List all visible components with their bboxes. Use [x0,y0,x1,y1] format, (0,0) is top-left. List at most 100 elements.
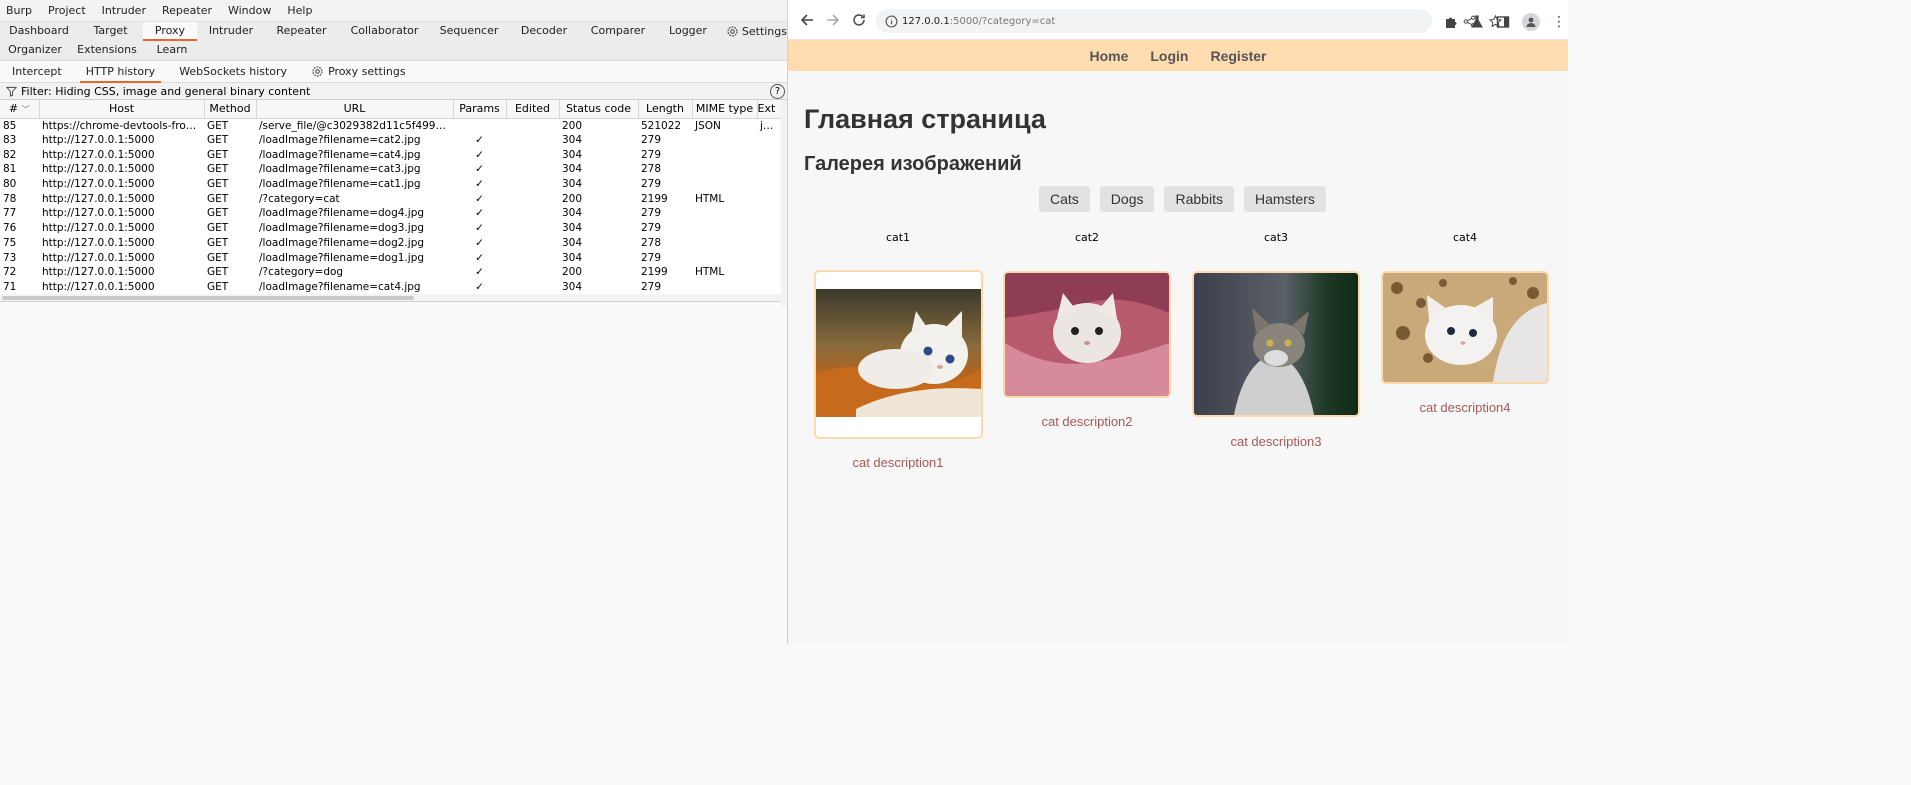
tab-organizer[interactable]: Organizer [0,41,70,60]
nav-register[interactable]: Register [1210,48,1266,64]
cell-length: 279 [641,178,662,191]
cell-num: 72 [3,266,17,279]
more-menu-icon[interactable]: ⋮ [1552,15,1566,29]
tab-repeater[interactable]: Repeater [265,22,338,41]
cell-params: ✓ [475,134,484,147]
menu-intruder[interactable]: Intruder [94,4,154,17]
cell-num: 76 [3,222,17,235]
table-row[interactable]: 75 http://127.0.0.1:5000 GET/loadImage?fil… [0,236,781,251]
table-row[interactable]: 80 http://127.0.0.1:5000 GET/loadImage?fil… [0,177,781,192]
col-status-code[interactable]: Status code [559,100,639,119]
cell-method: GET [207,134,229,147]
cell-mime [692,250,757,265]
cell-length: 279 [641,134,662,147]
cell-num: 83 [3,134,17,147]
tab-collaborator[interactable]: Collaborator [338,22,431,41]
cell-url: /loadImage?filename=dog1.jpg [259,251,425,264]
reload-button[interactable] [848,9,870,31]
col-edited[interactable]: Edited [506,100,560,119]
menu-project[interactable]: Project [40,4,94,17]
category-hamsters-button[interactable]: Hamsters [1243,186,1326,212]
table-row[interactable]: 73 http://127.0.0.1:5000 GET/loadImage?fil… [0,250,781,265]
table-row[interactable]: 83 http://127.0.0.1:5000 GET/loadImage?fil… [0,133,781,148]
lab-flask-icon[interactable] [1470,15,1484,29]
col-params[interactable]: Params [453,100,507,119]
cell-mime: HTML [695,266,725,279]
cell-mime [692,147,757,162]
tab-learn[interactable]: Learn [144,41,200,60]
col-length[interactable]: Length [638,100,693,119]
cat2-description: cat description2 [1041,414,1133,429]
extensions-puzzle-icon[interactable] [1444,15,1458,29]
tab-decoder[interactable]: Decoder [507,22,581,41]
menu-burp[interactable]: Burp [0,4,40,17]
tab-proxy[interactable]: Proxy [143,22,197,41]
menu-help[interactable]: Help [279,4,320,17]
cell-method: GET [207,119,229,132]
cell-host: http://127.0.0.1:5000 [42,236,155,249]
tab-target[interactable]: Target [78,22,143,41]
menu-window[interactable]: Window [220,4,279,17]
table-row[interactable]: 78 http://127.0.0.1:5000 GET /?category=cat… [0,191,781,206]
cat3-image-frame[interactable] [1192,271,1360,417]
tab-logger[interactable]: Logger [655,22,721,41]
col-method[interactable]: Method [204,100,257,119]
table-row[interactable]: 76 http://127.0.0.1:5000 GET/loadImage?fil… [0,221,781,236]
table-row[interactable]: 72 http://127.0.0.1:5000 GET /?category=dog… [0,265,781,280]
cell-url: /?category=dog [259,266,344,279]
site-navbar: Home Login Register [788,40,1568,71]
card-title: cat1 [885,231,911,244]
filter-bar[interactable]: Filter: Hiding CSS, image and general bi… [0,83,787,100]
profile-avatar[interactable] [1522,13,1540,31]
tab-settings[interactable]: Settings [721,22,787,41]
category-dogs-button[interactable]: Dogs [1099,186,1155,212]
gallery-subtitle: Галерея изображений [804,153,1022,175]
cell-edited [506,118,559,133]
tab-websockets-history[interactable]: WebSockets history [167,61,299,83]
table-row[interactable]: 85 https://chrome-devtools-fronte... GET/s… [0,118,781,133]
cell-params: ✓ [475,251,484,264]
col-num[interactable]: # ﹀ [0,100,40,119]
tab-dashboard[interactable]: Dashboard [0,22,78,41]
menu-repeater[interactable]: Repeater [154,4,220,17]
horizontal-scrollbar[interactable] [0,294,781,303]
tab-http-history[interactable]: HTTP history [74,61,167,83]
cat4-image-frame[interactable] [1381,271,1549,384]
back-button[interactable] [796,9,818,31]
cell-host: http://127.0.0.1:5000 [42,163,155,176]
cell-status: 304 [562,236,583,249]
table-row[interactable]: 82 http://127.0.0.1:5000 GET/loadImage?fil… [0,147,781,162]
cat1-description: cat description1 [852,455,944,470]
table-row[interactable]: 71 http://127.0.0.1:5000 GET/loadImage?fil… [0,280,781,295]
cell-edited [506,177,559,192]
address-bar[interactable]: 127.0.0.1:5000/?category=cat [876,9,1502,33]
nav-home[interactable]: Home [1089,48,1128,64]
cell-params [453,118,506,133]
table-row[interactable]: 77 http://127.0.0.1:5000 GET/loadImage?fil… [0,206,781,221]
tab-comparer[interactable]: Comparer [581,22,655,41]
info-icon[interactable] [885,15,898,28]
side-panel-icon[interactable] [1496,15,1510,29]
forward-button[interactable] [822,9,844,31]
help-icon[interactable]: ? [770,84,785,99]
cat2-image-frame[interactable] [1003,271,1171,398]
nav-login[interactable]: Login [1150,48,1188,64]
col-ext[interactable]: Ext [757,100,782,119]
col-host[interactable]: Host [39,100,205,119]
category-cats-button[interactable]: Cats [1039,186,1090,212]
tab-intruder[interactable]: Intruder [197,22,265,41]
tab-extensions[interactable]: Extensions [70,41,144,60]
proxy-settings-button[interactable]: Proxy settings [299,61,418,83]
cell-method: GET [207,192,229,205]
col-url[interactable]: URL [256,100,454,119]
proxy-sub-tabs: Intercept HTTP history WebSockets histor… [0,61,787,83]
col-mime-type[interactable]: MIME type [692,100,758,119]
cell-status: 304 [562,207,583,220]
tab-intercept[interactable]: Intercept [0,61,74,83]
cell-length: 278 [641,163,662,176]
cat1-image-frame[interactable] [814,270,983,439]
category-rabbits-button[interactable]: Rabbits [1164,186,1234,212]
tab-sequencer[interactable]: Sequencer [431,22,507,41]
table-row[interactable]: 81 http://127.0.0.1:5000 GET/loadImage?fil… [0,162,781,177]
card-title: cat2 [1074,231,1100,244]
